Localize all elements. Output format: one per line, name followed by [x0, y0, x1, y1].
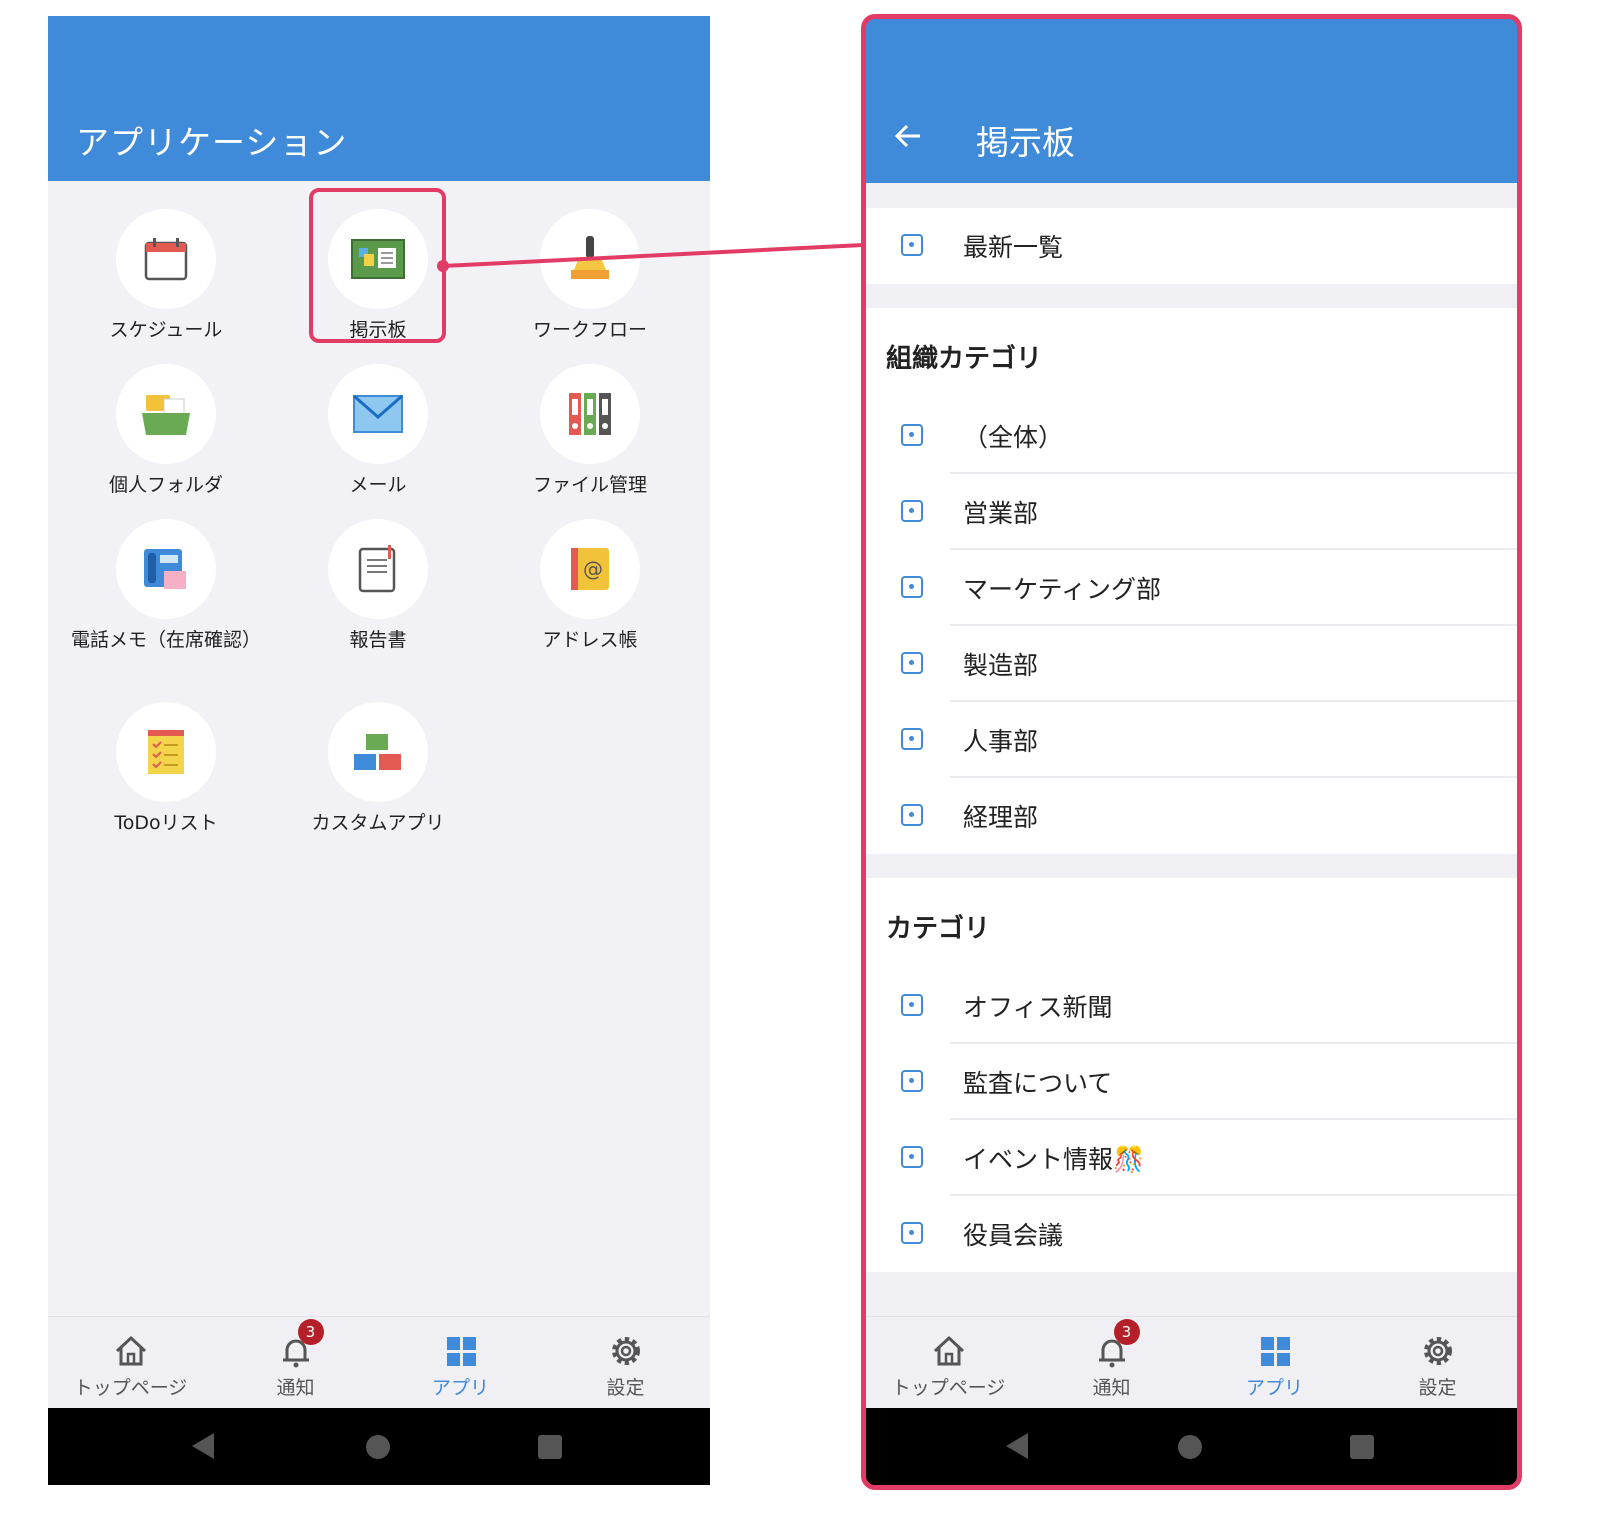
highlight-frame	[861, 14, 1522, 1490]
